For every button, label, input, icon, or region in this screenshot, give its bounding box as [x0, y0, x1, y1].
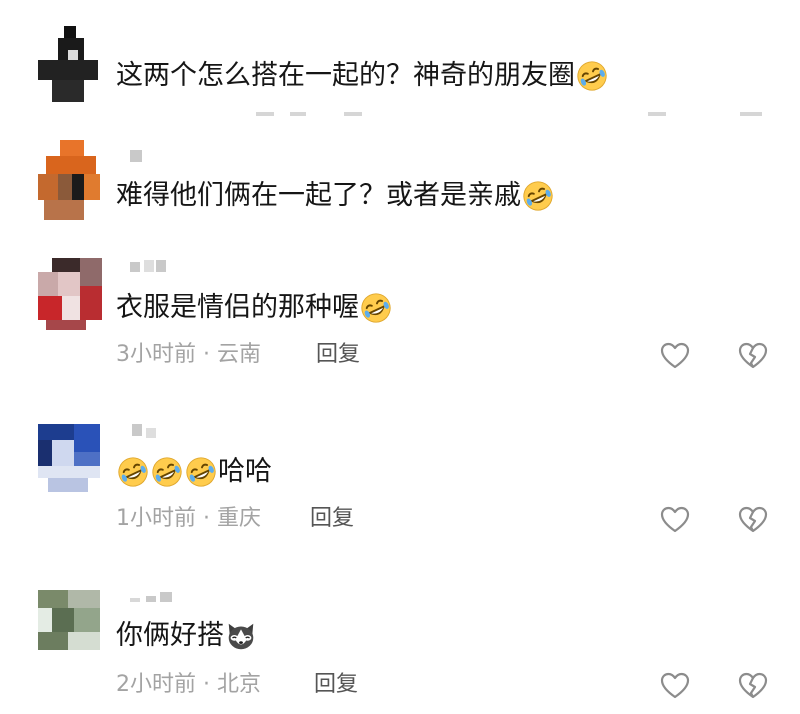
comment-text: 难得他们俩在一起了？或者是亲戚	[116, 178, 555, 214]
comment-item: 哈哈 1小时前 · 重庆 回复	[0, 410, 800, 550]
comment-text-content: 你俩好搭	[116, 620, 224, 651]
comment-text: 这两个怎么搭在一起的？神奇的朋友圈	[116, 58, 609, 94]
comment-text: 哈哈	[116, 454, 272, 490]
broken-heart-icon[interactable]	[738, 672, 768, 700]
username-redacted[interactable]	[116, 148, 236, 168]
reply-button[interactable]: 回复	[316, 340, 360, 370]
comment-text-content: 这两个怎么搭在一起的？神奇的朋友圈	[116, 60, 575, 91]
comment-meta: 3小时前 · 云南	[116, 340, 261, 370]
comment-location: 北京	[216, 672, 261, 697]
rofl-emoji-icon	[152, 457, 182, 487]
meta-separator: ·	[196, 506, 217, 531]
comment-time: 1小时前	[116, 506, 196, 531]
comment-text-content: 衣服是情侣的那种喔	[116, 292, 359, 323]
comment-location: 重庆	[216, 506, 261, 531]
meta-separator: ·	[196, 342, 217, 367]
comment-text-content: 难得他们俩在一起了？或者是亲戚	[116, 180, 521, 211]
rofl-emoji-icon	[361, 293, 391, 323]
comment-location: 云南	[216, 342, 261, 367]
comment-text-content: 哈哈	[218, 456, 272, 487]
broken-heart-icon[interactable]	[738, 506, 768, 534]
rofl-emoji-icon	[118, 457, 148, 487]
rofl-emoji-icon	[577, 61, 607, 91]
reply-button[interactable]: 回复	[310, 504, 354, 534]
meta-separator: ·	[196, 672, 217, 697]
comment-meta: 2小时前 · 北京	[116, 670, 261, 700]
comment-time: 2小时前	[116, 672, 196, 697]
username-redacted[interactable]	[116, 258, 236, 278]
heart-outline-icon[interactable]	[660, 342, 690, 370]
avatar[interactable]	[38, 140, 102, 220]
rofl-emoji-icon	[523, 181, 553, 211]
avatar[interactable]	[38, 424, 102, 492]
username-redacted[interactable]	[116, 590, 236, 610]
comment-item: 这两个怎么搭在一起的？神奇的朋友圈	[0, 0, 800, 120]
husky-emoji-icon	[228, 623, 254, 650]
avatar[interactable]	[38, 26, 102, 106]
heart-outline-icon[interactable]	[660, 506, 690, 534]
clipped-meta-row	[116, 110, 766, 118]
avatar[interactable]	[38, 258, 102, 330]
username-redacted[interactable]	[116, 422, 236, 442]
rofl-emoji-icon	[186, 457, 216, 487]
comment-item: 难得他们俩在一起了？或者是亲戚	[0, 130, 800, 240]
comment-time: 3小时前	[116, 342, 196, 367]
broken-heart-icon[interactable]	[738, 342, 768, 370]
avatar[interactable]	[38, 590, 102, 660]
comment-item: 衣服是情侣的那种喔 3小时前 · 云南 回复	[0, 250, 800, 390]
reply-button[interactable]: 回复	[314, 670, 358, 700]
comment-meta: 1小时前 · 重庆	[116, 504, 261, 534]
comment-text: 你俩好搭	[116, 618, 258, 654]
comment-text: 衣服是情侣的那种喔	[116, 290, 393, 326]
heart-outline-icon[interactable]	[660, 672, 690, 700]
comment-item: 你俩好搭 2小时前 · 北京 回复	[0, 578, 800, 714]
